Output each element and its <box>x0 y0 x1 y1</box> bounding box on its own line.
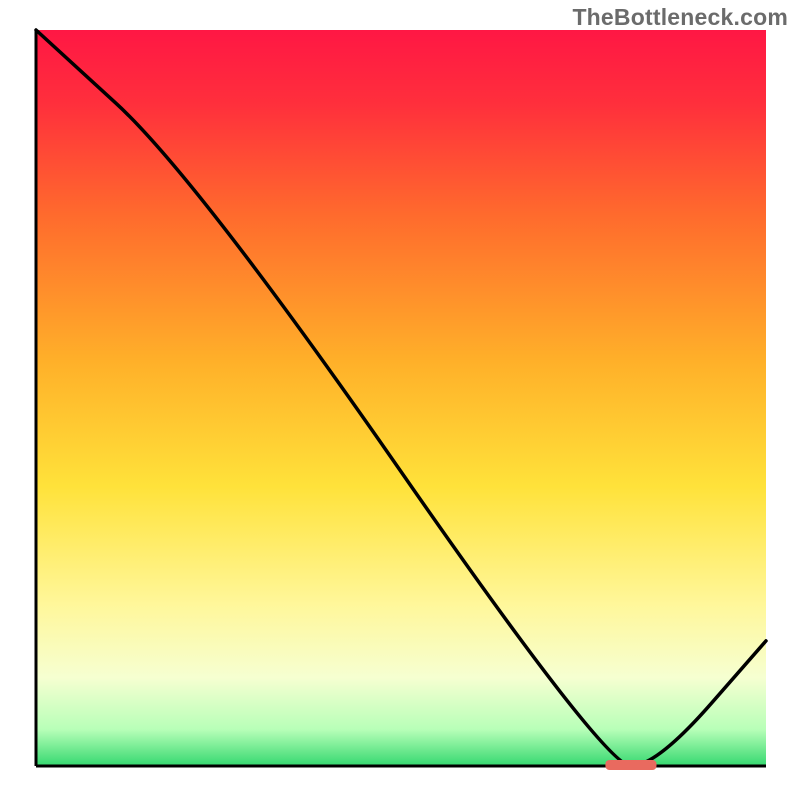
chart-stage: TheBottleneck.com <box>0 0 800 800</box>
bottleneck-chart <box>0 0 800 800</box>
optimal-marker <box>605 760 656 770</box>
plot-background <box>36 30 766 766</box>
watermark-text: TheBottleneck.com <box>572 4 788 31</box>
